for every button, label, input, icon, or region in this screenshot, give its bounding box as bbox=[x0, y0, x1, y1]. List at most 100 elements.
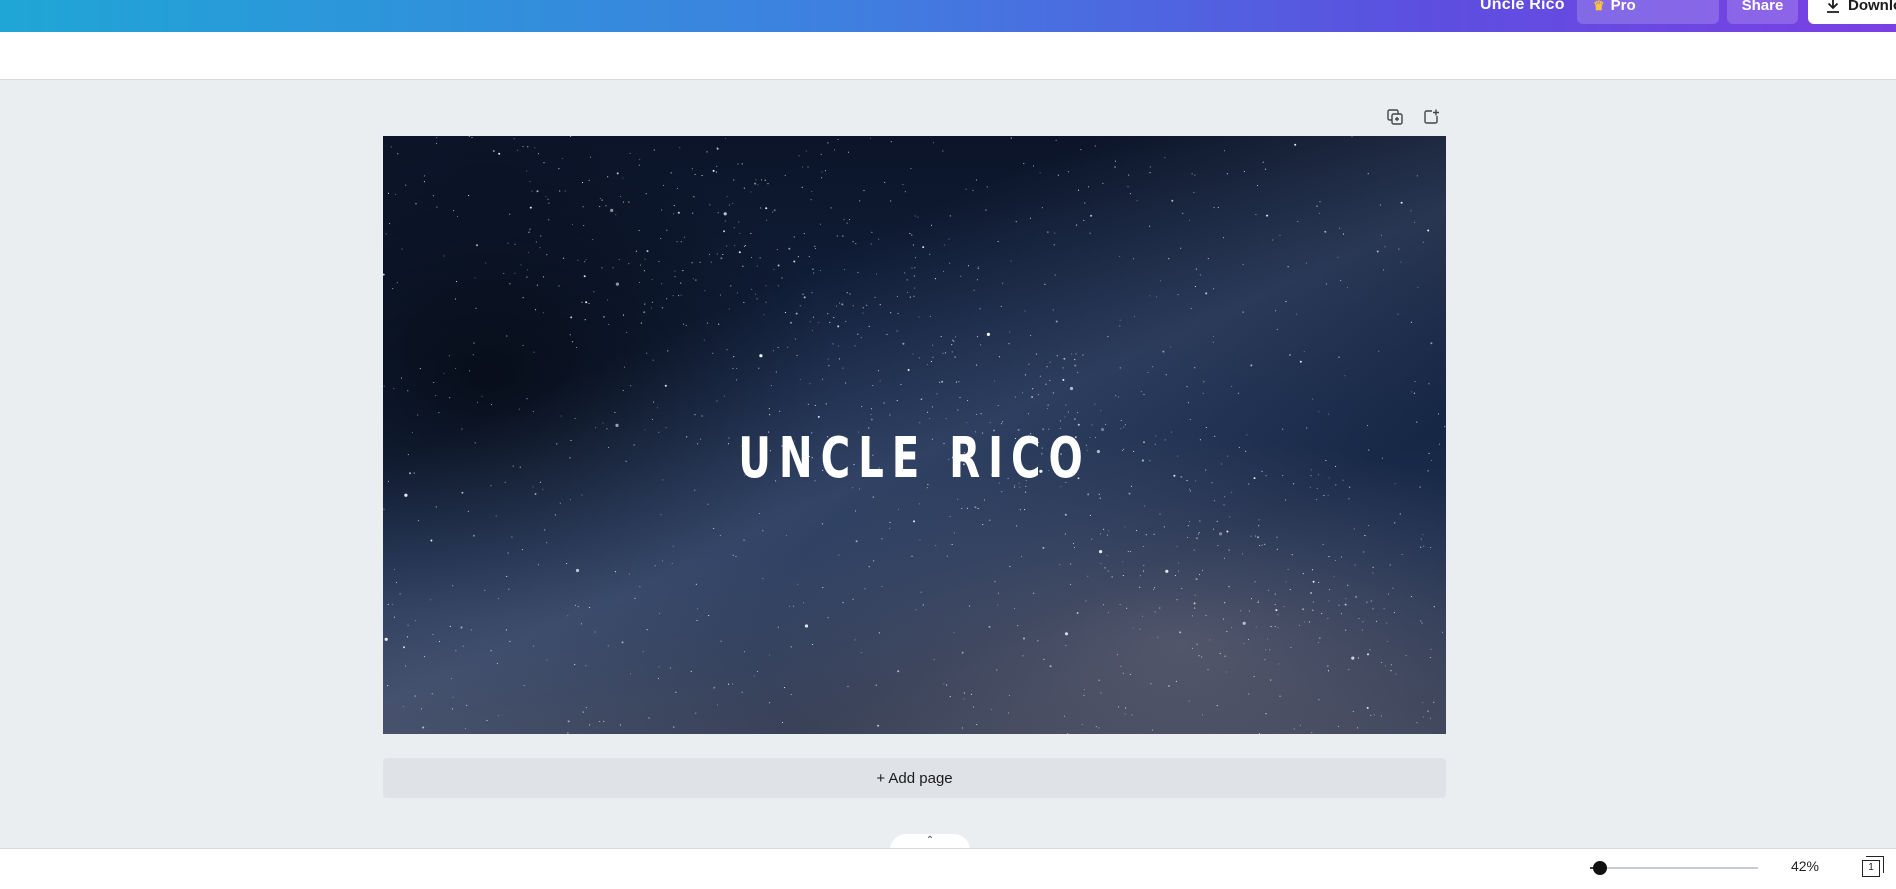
star bbox=[777, 346, 779, 348]
star bbox=[919, 539, 921, 541]
zoom-slider-handle[interactable] bbox=[1593, 861, 1608, 875]
star bbox=[776, 249, 778, 251]
star bbox=[522, 145, 524, 148]
star bbox=[452, 696, 454, 698]
star bbox=[1366, 601, 1368, 603]
star bbox=[788, 605, 790, 607]
star bbox=[1430, 459, 1433, 462]
share-button[interactable]: Share bbox=[1727, 0, 1798, 24]
star bbox=[1127, 186, 1129, 188]
star bbox=[1398, 248, 1400, 250]
star bbox=[417, 520, 420, 522]
star bbox=[1065, 404, 1067, 406]
star bbox=[509, 283, 511, 285]
star bbox=[1400, 201, 1403, 204]
star bbox=[387, 480, 389, 482]
star bbox=[1254, 535, 1256, 537]
star bbox=[1140, 390, 1142, 392]
star bbox=[405, 665, 407, 667]
star bbox=[1194, 286, 1196, 288]
star bbox=[977, 267, 979, 269]
star bbox=[1303, 350, 1305, 353]
star bbox=[1265, 168, 1267, 170]
star bbox=[878, 238, 880, 240]
star bbox=[976, 723, 978, 726]
star bbox=[662, 184, 664, 186]
star bbox=[676, 187, 678, 189]
star bbox=[732, 683, 734, 685]
star bbox=[942, 352, 944, 354]
star bbox=[1420, 546, 1422, 548]
star bbox=[870, 408, 872, 410]
star bbox=[868, 566, 870, 568]
star bbox=[1366, 425, 1368, 427]
star bbox=[594, 631, 596, 633]
star bbox=[680, 294, 682, 296]
document-title[interactable]: Uncle Rico bbox=[1480, 0, 1565, 14]
try-canva-pro-button[interactable]: ♛ Try Canva Pro bbox=[1577, 0, 1719, 24]
star bbox=[619, 724, 622, 726]
star bbox=[1015, 221, 1017, 223]
star bbox=[754, 182, 757, 185]
star bbox=[1345, 629, 1347, 631]
download-button[interactable]: Download bbox=[1808, 0, 1896, 24]
star bbox=[652, 401, 655, 403]
star bbox=[1064, 533, 1066, 535]
star bbox=[673, 726, 675, 728]
star bbox=[673, 213, 675, 215]
star bbox=[1267, 638, 1269, 640]
star bbox=[988, 625, 991, 628]
star bbox=[807, 403, 809, 405]
star bbox=[1250, 598, 1253, 600]
star bbox=[1065, 644, 1067, 646]
star bbox=[585, 301, 588, 304]
star bbox=[727, 683, 730, 685]
star bbox=[1361, 629, 1363, 631]
star bbox=[468, 136, 470, 137]
star bbox=[1070, 563, 1072, 565]
star bbox=[1106, 554, 1108, 556]
page-count-icon[interactable]: 1 bbox=[1862, 860, 1880, 877]
star bbox=[1114, 160, 1117, 162]
add-page-icon[interactable] bbox=[1420, 106, 1442, 128]
duplicate-page-icon[interactable] bbox=[1384, 106, 1406, 128]
star bbox=[1043, 658, 1045, 660]
star bbox=[414, 620, 416, 622]
star bbox=[618, 258, 620, 261]
star bbox=[733, 179, 735, 181]
star bbox=[1083, 694, 1085, 696]
star bbox=[1266, 214, 1269, 217]
star bbox=[743, 651, 746, 653]
design-canvas[interactable]: UNCLE RICO bbox=[383, 136, 1446, 734]
star bbox=[675, 691, 677, 693]
star bbox=[1198, 573, 1201, 576]
star bbox=[896, 400, 898, 402]
star bbox=[404, 493, 408, 497]
star bbox=[1165, 374, 1167, 376]
star bbox=[1188, 700, 1190, 702]
star bbox=[1002, 421, 1004, 423]
star bbox=[518, 408, 520, 410]
star bbox=[737, 163, 739, 165]
star bbox=[1039, 375, 1041, 377]
star bbox=[976, 364, 978, 366]
star bbox=[701, 175, 703, 177]
star bbox=[833, 149, 836, 151]
star bbox=[812, 268, 814, 271]
star bbox=[540, 235, 542, 237]
zoom-slider-track[interactable] bbox=[1590, 867, 1758, 869]
star bbox=[1073, 418, 1076, 421]
star bbox=[765, 301, 767, 303]
zoom-level-label[interactable]: 42% bbox=[1780, 858, 1830, 874]
star bbox=[1223, 150, 1226, 152]
star bbox=[775, 371, 777, 373]
add-page-button[interactable]: + Add page bbox=[383, 758, 1446, 798]
star bbox=[730, 285, 732, 287]
star bbox=[1207, 258, 1209, 260]
star bbox=[904, 191, 906, 193]
star bbox=[1302, 573, 1304, 575]
star bbox=[646, 629, 648, 631]
star bbox=[935, 545, 937, 547]
star bbox=[1191, 615, 1194, 617]
canvas-title-text[interactable]: UNCLE RICO bbox=[532, 426, 1297, 491]
